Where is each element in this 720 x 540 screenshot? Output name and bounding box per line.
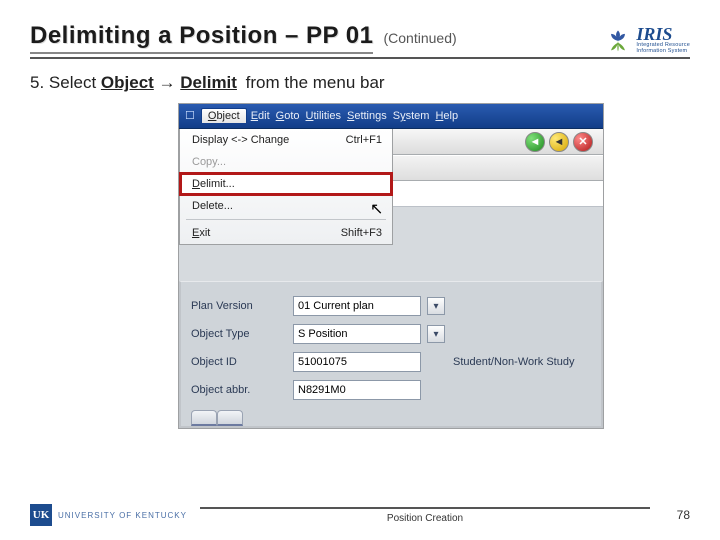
oabbr-label: Object abbr.: [191, 384, 287, 396]
field-object-type: Object Type ▾: [191, 320, 591, 348]
sap-menubar: ☐ Object Edit Goto Utilities Settings Sy…: [179, 104, 603, 129]
step-num: 5.: [30, 73, 44, 92]
sap-window-icon: ☐: [185, 109, 195, 122]
dd-copy: Copy...: [180, 151, 392, 173]
uk-text: UNIVERSITY OF KENTUCKY: [58, 511, 187, 520]
page-title: Delimiting a Position – PP 01: [30, 22, 373, 54]
menu-help[interactable]: Help: [433, 109, 460, 122]
plan-picker-icon[interactable]: ▾: [427, 297, 445, 315]
tab-b[interactable]: [217, 410, 243, 426]
oabbr-input[interactable]: [293, 380, 421, 400]
field-object-id: Object ID Student/Non-Work Study: [191, 348, 591, 376]
oid-desc: Student/Non-Work Study: [453, 356, 591, 368]
step-delimit: Delimit: [180, 73, 237, 92]
menu-settings[interactable]: Settings: [345, 109, 389, 122]
dd-display-change[interactable]: Display <-> Change Ctrl+F1: [180, 129, 392, 151]
dd-display-shortcut: Ctrl+F1: [346, 134, 382, 146]
iris-flower-icon: [604, 27, 632, 53]
page-subtitle: (Continued): [383, 30, 456, 46]
step-trail: from the menu bar: [241, 73, 385, 92]
iris-logo: IRIS Integrated Resource Information Sys…: [604, 25, 690, 54]
dd-separator: [186, 219, 386, 220]
toolbar-cancel-icon[interactable]: ✕: [573, 132, 593, 152]
dd-copy-label: Copy...: [192, 156, 226, 168]
uk-monogram-icon: UK: [30, 504, 52, 526]
sap-screenshot: ☐ Object Edit Goto Utilities Settings Sy…: [178, 103, 604, 429]
oid-label: Object ID: [191, 356, 287, 368]
menu-goto[interactable]: Goto: [274, 109, 302, 122]
menu-utilities[interactable]: Utilities: [304, 109, 343, 122]
step-lead: Select: [49, 73, 101, 92]
step-object: Object: [101, 73, 154, 92]
plan-input[interactable]: [293, 296, 421, 316]
step-arrow: →: [154, 73, 180, 92]
cursor-icon: ↖: [370, 199, 383, 219]
page-number: 78: [650, 508, 690, 522]
dd-exit-shortcut: Shift+F3: [341, 227, 382, 239]
iris-tag2: Information System: [636, 49, 690, 55]
dd-delimit-label: Delimit...: [192, 178, 235, 190]
footer-caption: Position Creation: [200, 507, 650, 524]
otype-picker-icon[interactable]: ▾: [427, 325, 445, 343]
field-plan-version: Plan Version ▾: [191, 292, 591, 320]
object-dropdown: Display <-> Change Ctrl+F1 Copy... Delim…: [179, 129, 393, 245]
sap-form: Plan Version ▾ Object Type ▾ Object ID S…: [179, 281, 603, 428]
dd-delete-label: Delete...: [192, 200, 233, 212]
field-object-abbr: Object abbr.: [191, 376, 591, 404]
iris-name: IRIS: [636, 25, 690, 43]
menu-edit[interactable]: Edit: [249, 109, 272, 122]
menu-object[interactable]: Object: [201, 108, 247, 123]
dd-delimit[interactable]: Delimit...: [180, 173, 392, 195]
dd-delete[interactable]: Delete...: [180, 195, 392, 217]
toolbar-back-icon[interactable]: ◄: [525, 132, 545, 152]
plan-label: Plan Version: [191, 300, 287, 312]
oid-input[interactable]: [293, 352, 421, 372]
header-divider: [30, 56, 690, 59]
instruction-step: 5. Select Object → Delimit from the menu…: [30, 73, 690, 93]
tab-a[interactable]: [191, 410, 217, 426]
otype-input[interactable]: [293, 324, 421, 344]
dd-display-label: Display <-> Change: [192, 134, 289, 146]
uk-logo: UK UNIVERSITY OF KENTUCKY: [30, 504, 200, 526]
toolbar-exit-icon[interactable]: ◄: [549, 132, 569, 152]
dd-exit-label: Exit: [192, 227, 210, 239]
dd-exit[interactable]: Exit Shift+F3: [180, 222, 392, 244]
otype-label: Object Type: [191, 328, 287, 340]
sap-tabbar: [191, 410, 591, 426]
menu-system[interactable]: System: [391, 109, 432, 122]
